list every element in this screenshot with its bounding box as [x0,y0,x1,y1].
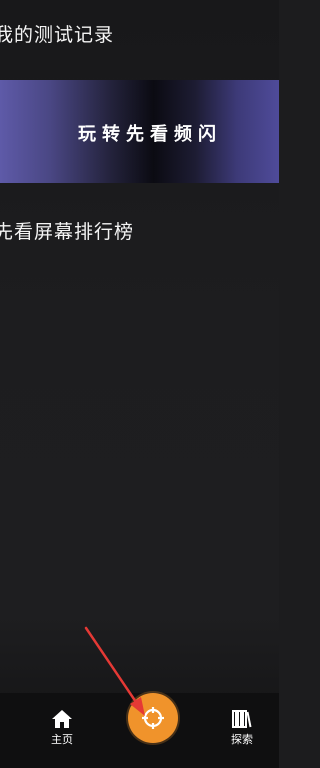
crosshair-icon [142,707,164,729]
app-screen: 我的测试记录 玩转先看频闪 先看屏幕排行榜 主页 探索 [0,0,279,768]
stroboscope-banner[interactable]: 玩转先看频闪 [0,80,279,183]
my-test-records-title[interactable]: 我的测试记录 [0,20,114,47]
nav-home-tab[interactable]: 主页 [42,709,82,747]
nav-home-label: 主页 [51,733,73,746]
home-icon [52,710,72,728]
books-icon [232,710,252,728]
center-test-button[interactable] [128,693,178,743]
screen-ranking-title[interactable]: 先看屏幕排行榜 [0,217,134,244]
nav-explore-tab[interactable]: 探索 [222,709,262,747]
nav-explore-label: 探索 [231,733,253,746]
banner-text: 玩转先看频闪 [78,124,222,145]
